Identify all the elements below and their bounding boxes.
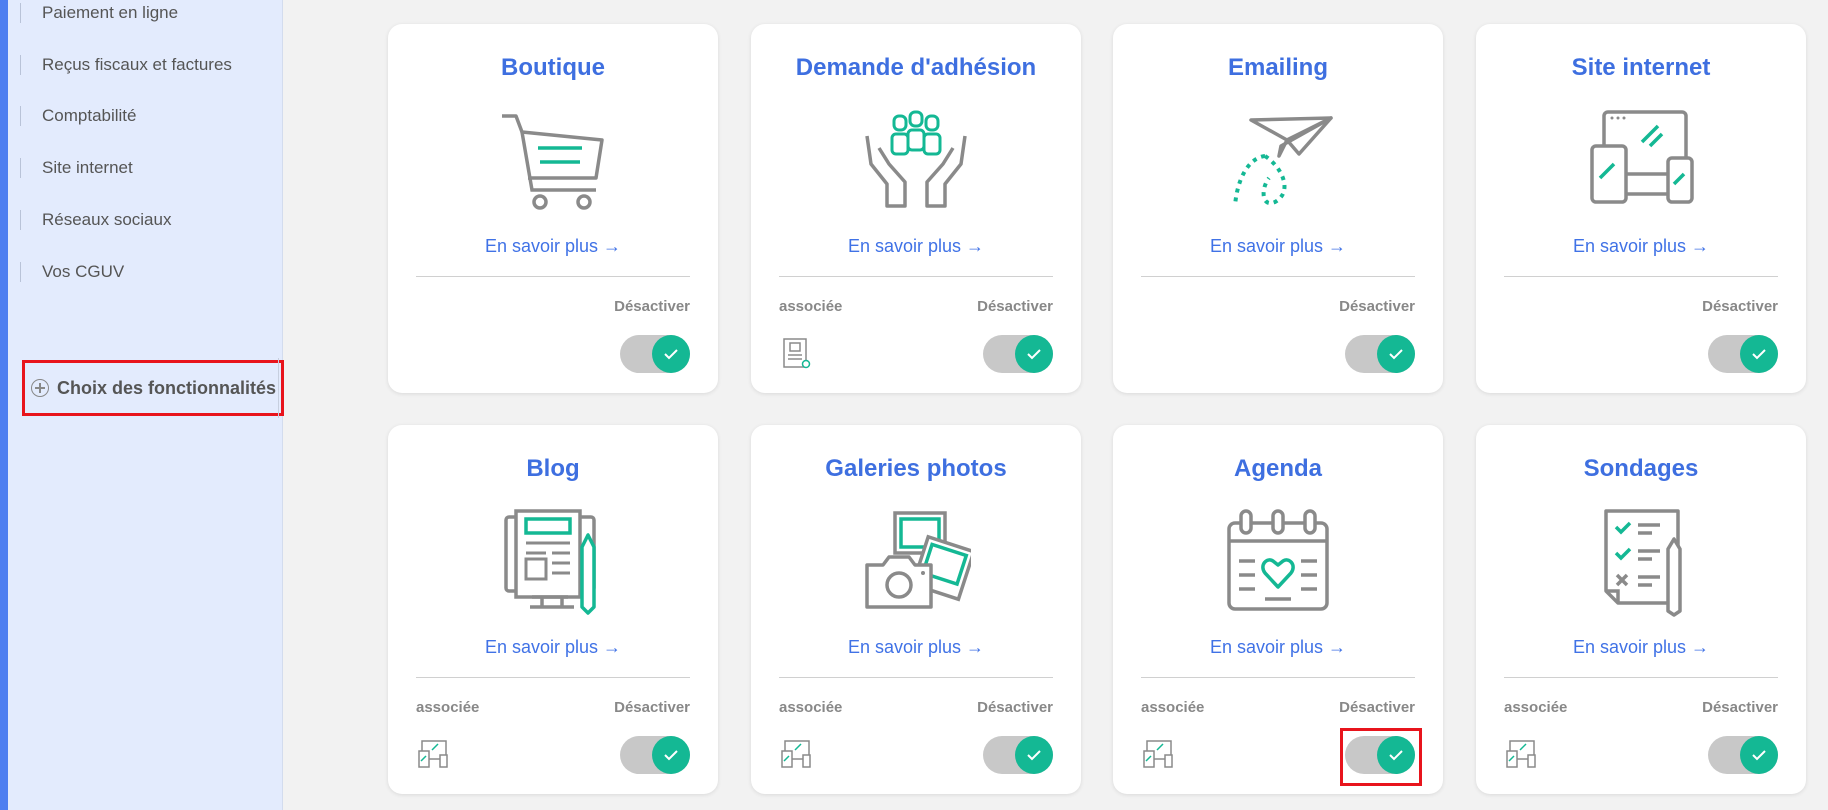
learn-more-link[interactable]: En savoir plus → [388, 637, 718, 658]
associated-label: associée [779, 298, 843, 315]
sidebar: Paiement en ligne Reçus fiscaux et factu… [8, 0, 284, 810]
learn-more-link[interactable]: En savoir plus → [1476, 637, 1806, 658]
feature-card-emailing: Emailing En savoir plus → Désactiver [1113, 24, 1443, 393]
check-icon [1015, 736, 1053, 774]
deactivate-label: Désactiver [1702, 699, 1778, 716]
deactivate-label: Désactiver [614, 298, 690, 315]
sidebar-item-choix-fonctionnalites[interactable]: Choix des fonctionnalités [22, 360, 284, 416]
card-title: Agenda [1233, 455, 1322, 482]
divider [779, 276, 1053, 277]
card-title: Emailing [1227, 54, 1329, 81]
camera-photos-icon [865, 511, 971, 609]
sidebar-item-reseaux[interactable]: Réseaux sociaux [20, 208, 171, 232]
highlight-box [1340, 728, 1422, 786]
card-title: Boutique [501, 54, 605, 81]
devices-small-icon[interactable] [416, 737, 450, 771]
sidebar-item-paiement[interactable]: Paiement en ligne [20, 1, 178, 25]
sidebar-item-label: Site internet [42, 158, 133, 177]
learn-more-link[interactable]: En savoir plus → [388, 236, 718, 257]
card-title: Blog [526, 455, 580, 482]
divider [278, 358, 279, 418]
devices-icon [1590, 110, 1694, 204]
feature-toggle[interactable] [1708, 736, 1778, 774]
certificate-icon[interactable] [779, 336, 813, 370]
survey-checklist-icon [1604, 509, 1682, 617]
plus-circle-icon [31, 379, 49, 397]
card-title: Galeries photos [825, 455, 1007, 482]
sidebar-item-site-internet[interactable]: Site internet [20, 156, 133, 180]
deactivate-label: Désactiver [1702, 298, 1778, 315]
deactivate-label: Désactiver [977, 298, 1053, 315]
sidebar-item-cguv[interactable]: Vos CGUV [20, 260, 124, 284]
hands-people-icon [865, 110, 967, 208]
associated-label: associée [416, 699, 480, 716]
divider [416, 677, 690, 678]
check-icon [652, 335, 690, 373]
calendar-heart-icon [1227, 509, 1329, 611]
deactivate-label: Désactiver [614, 699, 690, 716]
feature-toggle[interactable] [620, 736, 690, 774]
feature-card-demande-adhesion: Demande d'adhésion En savoir plus → asso… [751, 24, 1081, 393]
feature-card-sondages: Sondages En savoir plus → associée Désac… [1476, 425, 1806, 794]
associated-label: associée [1141, 699, 1205, 716]
sidebar-item-label: Vos CGUV [42, 262, 125, 281]
divider [416, 276, 690, 277]
sidebar-item-comptabilite[interactable]: Comptabilité [20, 104, 137, 128]
divider [1504, 677, 1778, 678]
divider [1141, 276, 1415, 277]
sidebar-choice-label: Choix des fonctionnalités [57, 377, 277, 398]
feature-toggle[interactable] [983, 335, 1053, 373]
card-title: Site internet [1571, 54, 1711, 81]
feature-toggle[interactable] [983, 736, 1053, 774]
check-icon [652, 736, 690, 774]
divider [779, 677, 1053, 678]
divider [1504, 276, 1778, 277]
shopping-cart-icon [502, 114, 604, 210]
sidebar-item-label: Comptabilité [42, 106, 137, 125]
card-title: Demande d'adhésion [795, 54, 1037, 81]
sidebar-item-label: Paiement en ligne [42, 3, 179, 22]
sidebar-item-label: Réseaux sociaux [42, 210, 172, 229]
feature-card-galeries-photos: Galeries photos En savoir plus → associé… [751, 425, 1081, 794]
card-title: Sondages [1583, 455, 1699, 482]
learn-more-link[interactable]: En savoir plus → [751, 637, 1081, 658]
sidebar-item-recus[interactable]: Reçus fiscaux et factures [20, 53, 232, 77]
learn-more-link[interactable]: En savoir plus → [1113, 637, 1443, 658]
feature-toggle[interactable] [620, 335, 690, 373]
feature-toggle[interactable] [1708, 335, 1778, 373]
associated-label: associée [1504, 699, 1568, 716]
feature-card-site-internet: Site internet En savoir plus → Désactive… [1476, 24, 1806, 393]
deactivate-label: Désactiver [1339, 298, 1415, 315]
devices-small-icon[interactable] [779, 737, 813, 771]
check-icon [1740, 736, 1778, 774]
learn-more-link[interactable]: En savoir plus → [1476, 236, 1806, 257]
check-icon [1015, 335, 1053, 373]
divider [1141, 677, 1415, 678]
feature-card-boutique: Boutique En savoir plus → Désactiver [388, 24, 718, 393]
blog-monitor-icon [504, 509, 596, 615]
sidebar-item-label: Reçus fiscaux et factures [42, 55, 232, 74]
paper-plane-icon [1233, 116, 1333, 207]
left-accent-bar [0, 0, 8, 810]
associated-label: associée [779, 699, 843, 716]
deactivate-label: Désactiver [1339, 699, 1415, 716]
learn-more-link[interactable]: En savoir plus → [751, 236, 1081, 257]
devices-small-icon[interactable] [1141, 737, 1175, 771]
deactivate-label: Désactiver [977, 699, 1053, 716]
devices-small-icon[interactable] [1504, 737, 1538, 771]
learn-more-link[interactable]: En savoir plus → [1113, 236, 1443, 257]
check-icon [1740, 335, 1778, 373]
feature-card-blog: Blog En savoir plus → associée Désactive… [388, 425, 718, 794]
check-icon [1377, 335, 1415, 373]
feature-toggle[interactable] [1345, 335, 1415, 373]
